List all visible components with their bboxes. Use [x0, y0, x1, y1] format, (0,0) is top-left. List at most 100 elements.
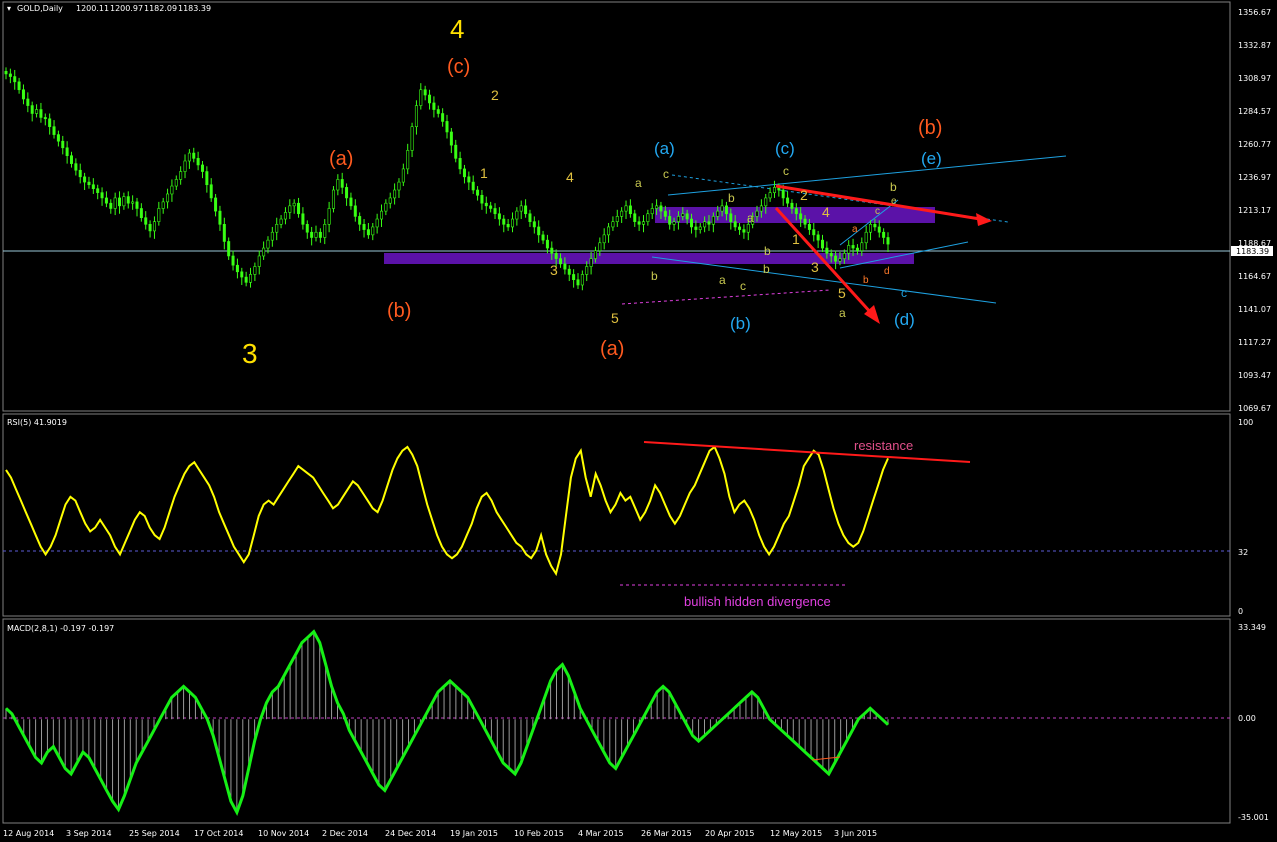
candle-body: [100, 192, 104, 199]
candle-body: [541, 234, 545, 241]
candle-body: [240, 271, 244, 278]
candle-body: [650, 208, 654, 215]
candle-body: [803, 218, 807, 225]
wave-label: c: [783, 164, 789, 178]
x-tick: 10 Feb 2015: [514, 829, 564, 838]
symbol-dropdown-icon[interactable]: ▾: [7, 4, 11, 13]
candle-body: [196, 158, 200, 166]
candle-body: [729, 213, 733, 222]
candle-body: [270, 231, 274, 241]
candle-body: [484, 202, 488, 207]
candle-body: [157, 208, 161, 222]
wave-label: (d): [894, 310, 915, 329]
candle-body: [170, 185, 174, 195]
candle-body: [807, 224, 811, 230]
wave-label: 3: [811, 259, 819, 275]
candle-body: [441, 113, 445, 122]
candle-body: [83, 176, 87, 183]
candle-body: [358, 216, 362, 225]
candle-body: [428, 94, 432, 104]
candle-body: [515, 210, 519, 220]
candle-body: [353, 205, 357, 217]
candle-body: [768, 192, 772, 199]
candle-body: [231, 255, 235, 266]
candle-body: [855, 247, 859, 251]
wave-label: c: [901, 286, 907, 300]
candle-body: [139, 208, 143, 219]
candle-body: [35, 109, 39, 114]
candle-body: [567, 268, 571, 275]
chart-background: [0, 0, 1277, 842]
trading-chart[interactable]: ▾ GOLD,Daily 1200.11 1200.97 1182.09 118…: [0, 0, 1277, 842]
candle-body: [410, 126, 414, 151]
price-tick: 1284.57: [1238, 107, 1271, 116]
candle-body: [227, 241, 231, 257]
candle-body: [43, 117, 47, 120]
candle-body: [388, 197, 392, 204]
macd-tick: 0.00: [1238, 714, 1256, 723]
x-tick: 17 Oct 2014: [194, 829, 243, 838]
x-tick: 10 Nov 2014: [258, 829, 309, 838]
wave-label: 5: [611, 310, 619, 326]
wave-label: a: [839, 306, 846, 320]
x-tick: 26 Mar 2015: [641, 829, 692, 838]
candle-body: [724, 205, 728, 215]
candle-body: [301, 213, 305, 225]
ohlc-close: 1183.39: [178, 4, 211, 13]
candle-body: [8, 73, 12, 77]
wave-label: a: [719, 273, 726, 287]
candle-body: [593, 250, 597, 259]
candle-body: [620, 210, 624, 217]
candle-body: [694, 226, 698, 230]
candle-body: [681, 213, 685, 217]
candle-body: [183, 160, 187, 172]
wave-label: (e): [921, 149, 942, 168]
candle-body: [576, 279, 580, 286]
candle-body: [781, 189, 785, 199]
price-tick: 1308.97: [1238, 74, 1271, 83]
candle-body: [345, 187, 349, 199]
rsi-tick: 100: [1238, 418, 1253, 427]
candle-body: [829, 253, 833, 257]
candle-body: [104, 197, 108, 204]
candle-body: [91, 184, 95, 189]
wave-label: 4: [566, 169, 574, 185]
candle-body: [222, 224, 226, 242]
candle-body: [772, 187, 776, 193]
candle-body: [882, 231, 886, 238]
wave-label: 2: [491, 87, 499, 103]
candle-body: [663, 210, 667, 217]
wave-label: (a): [600, 338, 624, 360]
candle-body: [200, 164, 204, 172]
candle-body: [886, 237, 890, 245]
candle-body: [39, 109, 43, 118]
x-tick: 24 Dec 2014: [385, 829, 436, 838]
candle-body: [288, 205, 292, 213]
candle-body: [310, 231, 314, 238]
price-tick: 1236.97: [1238, 173, 1271, 182]
candle-body: [559, 258, 563, 265]
wave-label: (c): [775, 139, 795, 158]
price-tick: 1117.27: [1238, 338, 1271, 347]
candle-body: [838, 258, 842, 262]
candle-body: [786, 197, 790, 204]
rsi-tick: 32: [1238, 548, 1248, 557]
wave-label: (b): [730, 314, 751, 333]
candle-body: [545, 239, 549, 249]
candle-body: [96, 188, 100, 193]
candle-body: [589, 258, 593, 267]
wave-label: (b): [918, 117, 942, 139]
candle-body: [738, 226, 742, 230]
candle-body: [816, 234, 820, 241]
candle-body: [318, 231, 322, 238]
candle-body: [506, 224, 510, 228]
candle-body: [214, 197, 218, 212]
candle-body: [292, 202, 296, 207]
candle-body: [179, 171, 183, 180]
rsi-title: RSI(5) 41.9019: [7, 418, 67, 427]
candle-body: [733, 221, 737, 228]
candle-body: [371, 226, 375, 236]
price-tick: 1332.87: [1238, 41, 1271, 50]
candle-body: [467, 176, 471, 183]
x-tick: 3 Sep 2014: [66, 829, 112, 838]
